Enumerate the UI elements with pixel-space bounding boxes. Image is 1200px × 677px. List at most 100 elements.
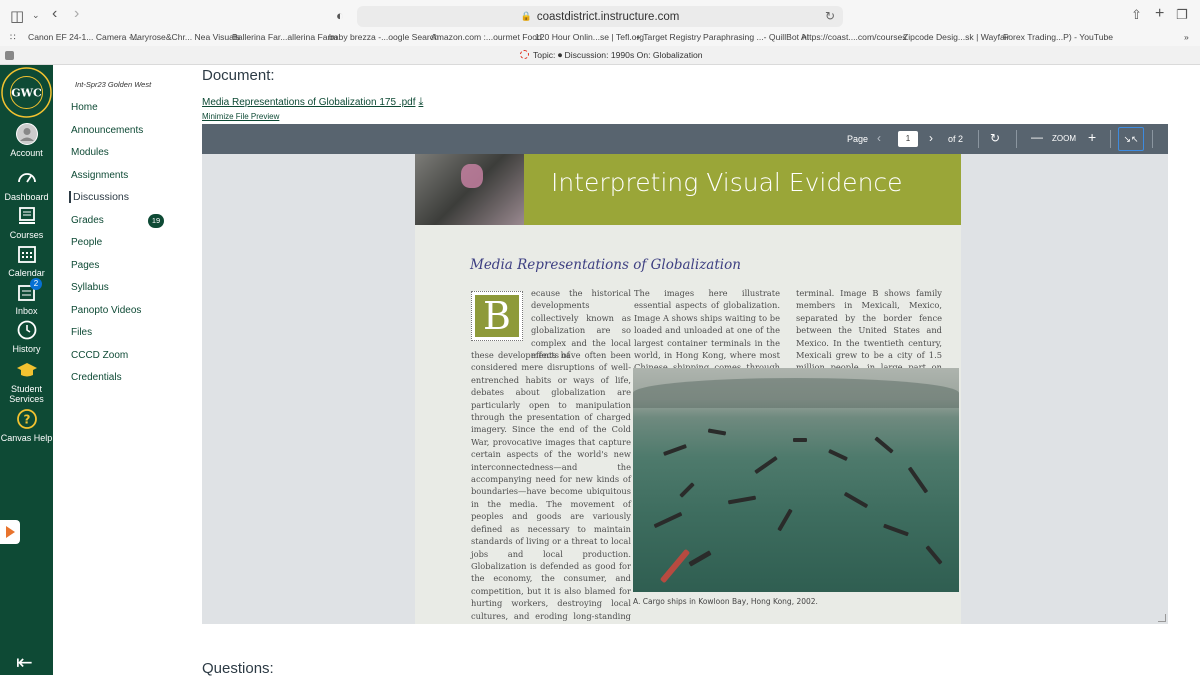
tab-bar: Topic: ⏺ Discussion: 1990s On: Globaliza… xyxy=(0,46,1200,65)
course-nav-modules[interactable]: Modules xyxy=(71,147,109,158)
play-icon[interactable] xyxy=(0,520,20,544)
history-icon xyxy=(17,320,36,340)
banner-photo xyxy=(415,154,524,225)
nav-inbox[interactable]: 2 Inbox xyxy=(0,278,53,316)
course-nav-panopto[interactable]: Panopto Videos xyxy=(71,305,141,316)
bookmark-item[interactable]: Paraphrasing ...- QuillBot AI xyxy=(703,32,809,42)
bookmark-item[interactable]: https://coast....com/courses xyxy=(802,32,907,42)
bookmark-item[interactable]: 120 Hour Onlin...se | Tefl.org xyxy=(535,32,644,42)
separator xyxy=(1110,130,1111,148)
chevron-down-icon[interactable]: ⌄ xyxy=(32,10,40,21)
bookmark-item[interactable]: Forex Trading...P) - YouTube xyxy=(1003,32,1113,42)
new-tab-icon[interactable]: + xyxy=(1155,5,1164,23)
address-url: coastdistrict.instructure.com xyxy=(536,10,680,23)
bookmark-item[interactable]: Ballerina Far...allerina Farm xyxy=(232,32,338,42)
course-nav-grades[interactable]: Grades xyxy=(71,215,104,226)
zoom-out-icon[interactable]: — xyxy=(1031,130,1043,144)
lock-icon: 🔒 xyxy=(520,11,532,21)
global-nav: GWC Account Dashboard Courses Calendar 2… xyxy=(0,65,53,675)
course-nav-zoom[interactable]: CCCD Zoom xyxy=(71,350,128,361)
bookmarks-bar: ∷ Canon EF 24-1... Camera -... Maryrose&… xyxy=(0,32,1200,46)
more-bookmarks-icon[interactable]: » xyxy=(1184,32,1189,42)
separator xyxy=(1152,130,1153,148)
photo-caption: A. Cargo ships in Kowloon Bay, Hong Kong… xyxy=(633,597,818,606)
tab-overview-icon[interactable]: ❐ xyxy=(1176,7,1188,23)
page-number-input[interactable]: 1 xyxy=(898,131,918,147)
prev-page-icon[interactable]: ‹ xyxy=(877,131,881,145)
nav-account[interactable]: Account xyxy=(0,123,53,158)
bookmark-item[interactable]: baby brezza -...oogle Search xyxy=(329,32,439,42)
course-nav-files[interactable]: Files xyxy=(71,327,92,338)
course-name: Int-Spr23 Golden West xyxy=(75,80,152,89)
grid-icon[interactable]: ∷ xyxy=(10,32,16,43)
separator xyxy=(978,130,979,148)
sidebar-toggle-icon[interactable]: ◫ xyxy=(10,7,24,25)
reload-icon[interactable]: ↻ xyxy=(825,9,835,23)
resize-handle[interactable] xyxy=(1158,614,1166,622)
nav-canvas-help[interactable]: ? Canvas Help xyxy=(0,408,53,443)
course-nav-announcements[interactable]: Announcements xyxy=(71,125,143,136)
bookmark-item[interactable]: Amazon.com :...ourmet Food xyxy=(431,32,542,42)
exit-fullscreen-icon[interactable]: ↘↖ xyxy=(1118,127,1144,151)
course-nav-discussions[interactable]: Discussions xyxy=(69,191,129,203)
grades-count-badge: 19 xyxy=(148,214,164,228)
file-link[interactable]: Media Representations of Globalization 1… xyxy=(202,96,423,109)
browser-toolbar: ◫ ⌄ ‹ › ◐ ▭ 🔒 coastdistrict.instructure.… xyxy=(0,0,1200,32)
course-nav-pages[interactable]: Pages xyxy=(71,260,99,271)
nav-label: Canvas Help xyxy=(0,433,53,443)
nav-student-services[interactable]: Student Services xyxy=(0,359,53,404)
nav-label: Student Services xyxy=(9,384,44,404)
nav-history[interactable]: History xyxy=(0,319,53,354)
article-title: Media Representations of Globalization xyxy=(470,257,741,273)
nav-label: Courses xyxy=(9,230,44,240)
share-icon[interactable]: ⇧ xyxy=(1131,7,1142,23)
bookmark-item[interactable]: Maryrose&Chr... Nea Visuals xyxy=(130,32,240,42)
course-nav: Int-Spr23 Golden West Home Announcements… xyxy=(53,65,175,675)
nav-dashboard[interactable]: Dashboard xyxy=(0,167,53,202)
nav-label: Dashboard xyxy=(4,192,49,202)
svg-text:?: ? xyxy=(23,413,30,427)
document-heading: Document: xyxy=(202,67,275,84)
active-tab[interactable]: Topic: ⏺ Discussion: 1990s On: Globaliza… xyxy=(520,50,703,61)
address-bar[interactable]: 🔒 coastdistrict.instructure.com ↻ xyxy=(357,6,843,27)
zoom-in-icon[interactable]: + xyxy=(1088,129,1096,145)
course-nav-home[interactable]: Home xyxy=(71,102,98,113)
next-page-icon[interactable]: › xyxy=(929,131,933,145)
nav-calendar[interactable]: Calendar xyxy=(0,243,53,278)
back-icon[interactable]: ‹ xyxy=(52,5,57,23)
drop-cap: B xyxy=(471,291,523,341)
nav-courses[interactable]: Courses xyxy=(0,205,53,240)
course-nav-assignments[interactable]: Assignments xyxy=(71,170,128,181)
page-total: of 2 xyxy=(948,134,964,144)
page-label: Page xyxy=(847,134,869,144)
avatar-icon xyxy=(15,123,38,145)
inbox-badge: 2 xyxy=(30,278,42,290)
pdf-toolbar: Page ‹ 1 › of 2 ↻ — ZOOM + ↘↖ xyxy=(202,124,1168,154)
bookmark-item[interactable]: + Target Registry xyxy=(636,32,701,42)
bookmark-item[interactable]: Canon EF 24-1... Camera -... xyxy=(28,32,139,42)
download-icon[interactable]: ⤓ xyxy=(418,96,423,108)
courses-icon xyxy=(18,207,35,224)
rotate-icon[interactable]: ↻ xyxy=(990,131,1000,145)
bookmark-item[interactable]: Zipcode Desig...sk | Wayfair xyxy=(903,32,1010,42)
course-nav-syllabus[interactable]: Syllabus xyxy=(71,282,109,293)
course-nav-credentials[interactable]: Credentials xyxy=(71,372,122,383)
college-logo[interactable]: GWC xyxy=(1,67,52,118)
course-nav-people[interactable]: People xyxy=(71,237,102,248)
banner-title: Interpreting Visual Evidence xyxy=(551,168,903,197)
banner: Interpreting Visual Evidence xyxy=(524,154,961,225)
tab-group-icon[interactable] xyxy=(5,51,14,60)
minimize-preview-link[interactable]: Minimize File Preview xyxy=(202,112,279,121)
column-1-body: these developments have often been consi… xyxy=(471,350,631,624)
zoom-label: ZOOM xyxy=(1052,134,1076,143)
forward-icon[interactable]: › xyxy=(74,5,79,23)
nav-label: Inbox xyxy=(15,306,38,316)
drop-cap-letter: B xyxy=(475,295,519,337)
collapse-nav-icon[interactable]: ⇤ xyxy=(16,650,33,675)
nav-label: History xyxy=(12,344,41,354)
questions-heading: Questions: xyxy=(202,660,274,677)
pdf-page: Interpreting Visual Evidence Media Repre… xyxy=(415,154,961,624)
separator xyxy=(1016,130,1017,148)
shield-icon[interactable]: ◐ xyxy=(336,8,344,23)
dashboard-icon xyxy=(17,173,36,183)
